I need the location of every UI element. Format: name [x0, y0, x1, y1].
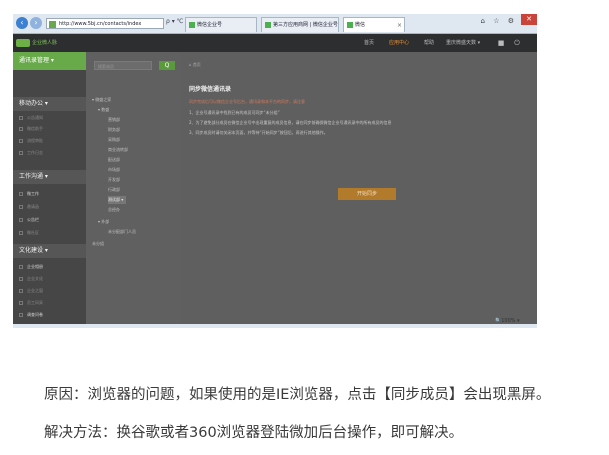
tree-node[interactable]: 行政部	[108, 186, 120, 194]
sidebar-item[interactable]: 微信助手	[19, 124, 43, 134]
tree-node[interactable]: 营销部	[108, 116, 120, 124]
address-text: http://www.5bj.cn/contacts/index	[59, 21, 142, 27]
item-icon	[19, 116, 23, 120]
sidebar-item[interactable]: 工作日志	[19, 148, 43, 158]
sidebar-item[interactable]: 微社区	[19, 228, 39, 238]
tab-label: 微信	[355, 22, 366, 28]
sidebar-item[interactable]: 调查问卷	[19, 310, 43, 320]
browser-toolbar: ‹ › http://www.5bj.cn/contacts/index ρ ▾…	[13, 14, 537, 34]
item-icon	[19, 231, 23, 235]
sync-warning: 同步完成后可以微信企业号后台，通讯录和本平台的同步，请注意	[189, 99, 305, 104]
sidebar-section-culture[interactable]: 文化建设 ▾	[13, 244, 86, 258]
tree-node[interactable]: ▾ 数盛	[98, 106, 109, 114]
window-close-icon[interactable]: ✕	[521, 14, 537, 25]
browser-tab-3-active[interactable]: 微信 ×	[343, 17, 405, 32]
sidebar-item[interactable]: 流程审批	[19, 136, 43, 146]
site-favicon-icon	[49, 21, 56, 28]
search-button[interactable]: Q	[159, 61, 175, 70]
item-icon	[19, 139, 23, 143]
app-logo[interactable]: 企业微人脉	[16, 37, 57, 49]
sidebar-item[interactable]: 员工风采	[19, 298, 43, 308]
address-bar[interactable]: http://www.5bj.cn/contacts/index	[46, 18, 164, 29]
sidebar-item[interactable]: 企业相册	[19, 262, 43, 272]
item-icon	[19, 192, 23, 196]
forward-icon[interactable]: ›	[30, 17, 42, 29]
tree-node[interactable]: 未分组	[92, 240, 104, 248]
sidebar-item[interactable]: 邀请函	[19, 202, 39, 212]
sidebar-item[interactable]: 公告通知	[19, 113, 43, 123]
logo-mark-icon	[16, 39, 30, 47]
tab-favicon-icon	[189, 22, 195, 28]
item-icon	[19, 151, 23, 155]
tree-node[interactable]: 财务部	[108, 126, 120, 134]
tab-favicon-icon	[347, 22, 353, 28]
member-search-input[interactable]: 搜索成员	[94, 61, 152, 70]
tree-node[interactable]: 未分配部门人员	[108, 228, 136, 236]
tab-favicon-icon	[265, 22, 271, 28]
browser-tab-1[interactable]: 微信企业号	[185, 17, 257, 32]
tree-node[interactable]: 配送部	[108, 156, 120, 164]
tree-node[interactable]: 商业流转部	[108, 146, 128, 154]
start-sync-button[interactable]: 开始同步	[338, 188, 396, 200]
item-icon	[19, 277, 23, 281]
nav-app-center[interactable]: 应用中心	[389, 34, 409, 52]
power-icon[interactable]: ⏻	[513, 39, 521, 47]
breadcrumb[interactable]: ⌂ 首页	[189, 62, 201, 68]
browser-screenshot: ‹ › http://www.5bj.cn/contacts/index ρ ▾…	[13, 14, 537, 328]
department-tree-panel: 搜索成员 Q ▾ 微盛之家 ▾ 数盛 营销部 财务部 采购部 商业流转部 配送部…	[86, 52, 181, 324]
sync-step: 2、为了避免部分成员在微信企业号中出现重复的成员信息，请在同步前确保微信企业号通…	[189, 120, 392, 125]
sync-content-panel: ⌂ 首页 同步微信通讯录 同步完成后可以微信企业号后台，通讯录和本平台的同步，请…	[181, 52, 537, 324]
tree-node[interactable]: 市场部	[108, 166, 120, 174]
tree-node[interactable]: 采购部	[108, 136, 120, 144]
solution-text: 解决方法：换谷歌或者360浏览器登陆微加后台操作，即可解决。	[44, 425, 464, 441]
tree-node[interactable]: 总经办	[108, 206, 120, 214]
tab-label: 第三方应用商网 | 微信企业号	[273, 22, 338, 28]
back-icon[interactable]: ‹	[16, 17, 28, 29]
app-header: 企业微人脉 首页 应用中心 帮助 重庆微盛天数 ▾ ■ ⏻	[13, 34, 537, 52]
tree-node-selected[interactable]: 测试部 ▾	[108, 196, 127, 204]
sidebar-item[interactable]: 企业之窗	[19, 286, 43, 296]
item-icon	[19, 301, 23, 305]
page-title: 同步微信通讯录	[189, 86, 232, 93]
sidebar-item[interactable]: 公告栏	[19, 215, 39, 225]
tree-node-root[interactable]: ▾ 微盛之家	[92, 96, 111, 104]
sidebar-title[interactable]: 通讯录管理 ▾	[13, 52, 86, 70]
sidebar-section-work-communication[interactable]: 工作沟通 ▾	[13, 170, 86, 184]
nav-account-menu[interactable]: 重庆微盛天数 ▾	[446, 34, 480, 52]
sidebar-item[interactable]: 微工作	[19, 189, 39, 199]
item-icon	[19, 313, 23, 317]
sidebar-section-mobile-office[interactable]: 移动办公 ▾	[13, 97, 86, 111]
item-icon	[19, 265, 23, 269]
tree-node[interactable]: 开发部	[108, 176, 120, 184]
lock-icon[interactable]: ■	[497, 39, 505, 47]
nav-help[interactable]: 帮助	[424, 34, 434, 52]
item-icon	[19, 127, 23, 131]
sync-step: 1、企业号通讯录中找到已有的成员可同步“未分组”	[189, 110, 280, 115]
reason-text: 原因：浏览器的问题，如果使用的是IE浏览器，点击【同步成员】会出现黑屏。	[44, 387, 551, 403]
item-icon	[19, 205, 23, 209]
tab-close-icon[interactable]: ×	[397, 18, 402, 32]
item-icon	[19, 289, 23, 293]
item-icon	[19, 218, 23, 222]
sidebar: 通讯录管理 ▾ 移动办公 ▾ 公告通知 微信助手 流程审批 工作日志 工作沟通 …	[13, 52, 86, 324]
browser-status-bar	[13, 324, 537, 328]
browser-tab-2[interactable]: 第三方应用商网 | 微信企业号	[261, 17, 339, 32]
tree-node[interactable]: ▾ 外部	[98, 218, 109, 226]
logo-text: 企业微人脉	[32, 40, 58, 46]
nav-home[interactable]: 首页	[364, 34, 374, 52]
zoom-level[interactable]: 🔍100% ▾	[495, 318, 520, 324]
sync-step: 3、同步成员时请勿关闭本页面，并等待“开始同步”按钮后，再进行其他操作。	[189, 130, 328, 135]
sidebar-item[interactable]: 企业文化	[19, 274, 43, 284]
tab-label: 微信企业号	[197, 22, 223, 28]
browser-toolbar-icons[interactable]: ⌂ ☆ ⚙	[481, 17, 517, 25]
